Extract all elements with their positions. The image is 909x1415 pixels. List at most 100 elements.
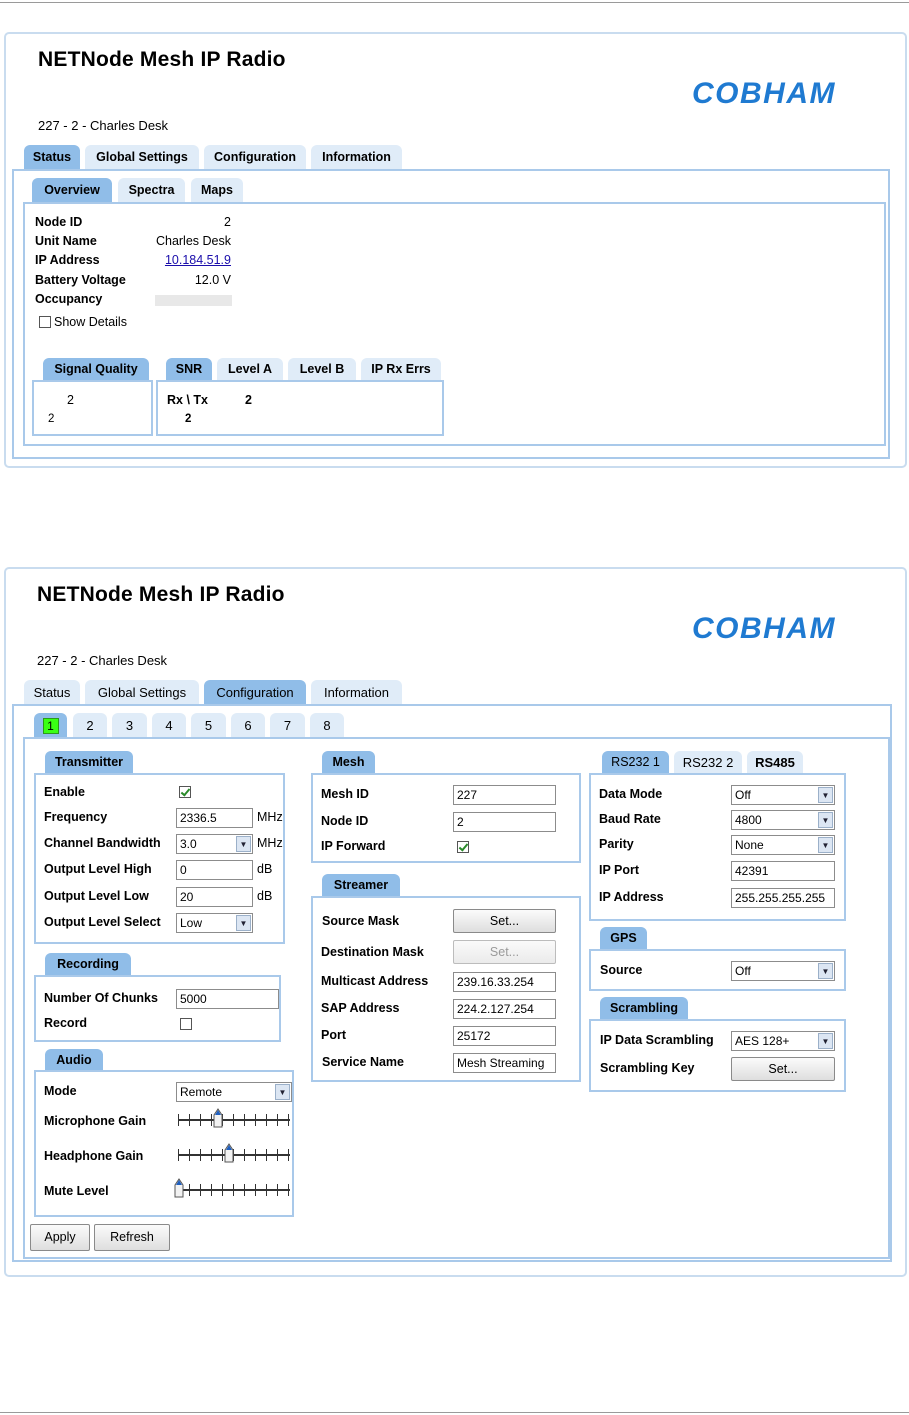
tab-configuration[interactable]: Configuration (204, 680, 306, 704)
gps-source-select[interactable]: Off ▼ (731, 961, 835, 981)
unit-name-label: Unit Name (35, 234, 97, 248)
number-of-chunks-input[interactable]: 5000 (176, 989, 279, 1009)
tab-snr[interactable]: SNR (166, 358, 212, 380)
enable-checkbox[interactable] (179, 786, 191, 798)
tab-level-a[interactable]: Level A (217, 358, 283, 380)
apply-button[interactable]: Apply (30, 1224, 90, 1251)
output-level-select[interactable]: Low ▼ (176, 913, 253, 933)
data-mode-select[interactable]: Off ▼ (731, 785, 835, 805)
slider-tick (200, 1184, 201, 1196)
channel-tab-6[interactable]: 6 (231, 713, 265, 737)
headphone-gain-slider[interactable] (178, 1143, 290, 1165)
slider-tick (277, 1184, 278, 1196)
app-title: NETNode Mesh IP Radio (38, 48, 286, 71)
page-bottom-rule (0, 1412, 909, 1413)
mute-level-slider[interactable] (174, 1178, 290, 1200)
output-level-low-input[interactable]: 20 (176, 887, 253, 907)
baud-rate-select[interactable]: 4800 ▼ (731, 810, 835, 830)
serial-ip-address-input[interactable]: 255.255.255.255 (731, 888, 835, 908)
recording-header: Recording (45, 953, 131, 975)
ip-forward-checkbox[interactable] (457, 841, 469, 853)
port-input[interactable]: 25172 (453, 1026, 556, 1046)
channel-tab-7[interactable]: 7 (270, 713, 305, 737)
node-id-input[interactable]: 2 (453, 812, 556, 832)
channel-tab-4[interactable]: 4 (152, 713, 186, 737)
tab-level-b[interactable]: Level B (288, 358, 356, 380)
service-name-input[interactable]: Mesh Streaming (453, 1053, 556, 1073)
mode-label: Mode (44, 1084, 77, 1098)
tab-rs232-2[interactable]: RS232 2 (674, 751, 742, 773)
node-id-value: 2 (224, 215, 231, 229)
baud-rate-value: 4800 (735, 813, 762, 827)
parity-select[interactable]: None ▼ (731, 835, 835, 855)
slider-tick (277, 1114, 278, 1126)
cobham-logo: COBHAM (692, 77, 835, 110)
slider-tick (244, 1184, 245, 1196)
show-details-label: Show Details (54, 315, 127, 329)
slider-tick (266, 1114, 267, 1126)
port-label: Port (321, 1028, 346, 1042)
tab-rs232-1[interactable]: RS232 1 (602, 751, 669, 773)
serial-group: Data Mode Off ▼ Baud Rate 4800 ▼ Parity No… (589, 773, 846, 921)
slider-tick (211, 1149, 212, 1161)
ip-address-label: IP Address (35, 253, 100, 267)
ip-data-scrambling-value: AES 128+ (735, 1034, 790, 1048)
ip-forward-label: IP Forward (321, 839, 386, 853)
show-details-checkbox[interactable] (39, 316, 51, 328)
mesh-id-input[interactable]: 227 (453, 785, 556, 805)
channel-tab-3[interactable]: 3 (112, 713, 147, 737)
serial-ip-address-label: IP Address (599, 890, 664, 904)
microphone-gain-slider[interactable] (178, 1108, 290, 1130)
logo-text: COBHAM (692, 612, 836, 645)
subtab-spectra[interactable]: Spectra (118, 178, 185, 202)
tab-global-settings[interactable]: Global Settings (85, 145, 199, 169)
streamer-header: Streamer (322, 874, 400, 896)
ip-data-scrambling-select[interactable]: AES 128+ ▼ (731, 1031, 835, 1051)
frequency-input[interactable]: 2336.5 (176, 808, 253, 828)
tab-rs485[interactable]: RS485 (747, 751, 803, 773)
overview-panel: Node ID 2 Unit Name Charles Desk IP Addr… (23, 202, 886, 446)
destination-mask-set-button[interactable]: Set... (453, 940, 556, 964)
parity-value: None (735, 838, 764, 852)
recording-group: Number Of Chunks 5000 Record (34, 975, 281, 1042)
signal-quality-tab[interactable]: Signal Quality (43, 358, 149, 380)
mute-level-label: Mute Level (44, 1184, 109, 1198)
scrambling-key-set-button[interactable]: Set... (731, 1057, 835, 1081)
streamer-group: Source Mask Set... Destination Mask Set.… (311, 896, 581, 1082)
slider-tick (244, 1149, 245, 1161)
subtab-overview[interactable]: Overview (32, 178, 112, 202)
slider-thumb[interactable] (174, 1178, 184, 1198)
subtab-maps[interactable]: Maps (191, 178, 243, 202)
tab-configuration[interactable]: Configuration (204, 145, 306, 169)
mode-select[interactable]: Remote ▼ (176, 1082, 292, 1102)
status-content: Overview Spectra Maps Node ID 2 Unit Nam… (12, 169, 890, 459)
ip-address-link[interactable]: 10.184.51.9 (165, 253, 231, 267)
node-id-label: Node ID (35, 215, 83, 229)
source-mask-set-button[interactable]: Set... (453, 909, 556, 933)
tab-global-settings[interactable]: Global Settings (85, 680, 199, 704)
refresh-button[interactable]: Refresh (94, 1224, 170, 1251)
tab-information[interactable]: Information (311, 680, 402, 704)
slider-tick (211, 1184, 212, 1196)
tab-information[interactable]: Information (311, 145, 402, 169)
tab-status[interactable]: Status (24, 145, 80, 169)
channel-tab-2[interactable]: 2 (73, 713, 107, 737)
multicast-address-input[interactable]: 239.16.33.254 (453, 972, 556, 992)
slider-tick (211, 1114, 212, 1126)
tab-ip-rx-errs[interactable]: IP Rx Errs (361, 358, 441, 380)
channel-bandwidth-select[interactable]: 3.0 ▼ (176, 834, 253, 854)
channel-tab-1[interactable]: 1 (34, 713, 67, 737)
output-level-high-input[interactable]: 0 (176, 860, 253, 880)
slider-tick (255, 1149, 256, 1161)
slider-thumb[interactable] (224, 1143, 234, 1163)
sap-address-input[interactable]: 224.2.127.254 (453, 999, 556, 1019)
ip-port-input[interactable]: 42391 (731, 861, 835, 881)
record-checkbox[interactable] (180, 1018, 192, 1030)
tab-status[interactable]: Status (24, 680, 80, 704)
enable-label: Enable (44, 785, 85, 799)
channel-bandwidth-label: Channel Bandwidth (44, 836, 161, 850)
channel-tab-5[interactable]: 5 (191, 713, 226, 737)
frequency-unit: MHz (257, 810, 283, 824)
slider-thumb[interactable] (213, 1108, 223, 1128)
channel-tab-8[interactable]: 8 (310, 713, 344, 737)
